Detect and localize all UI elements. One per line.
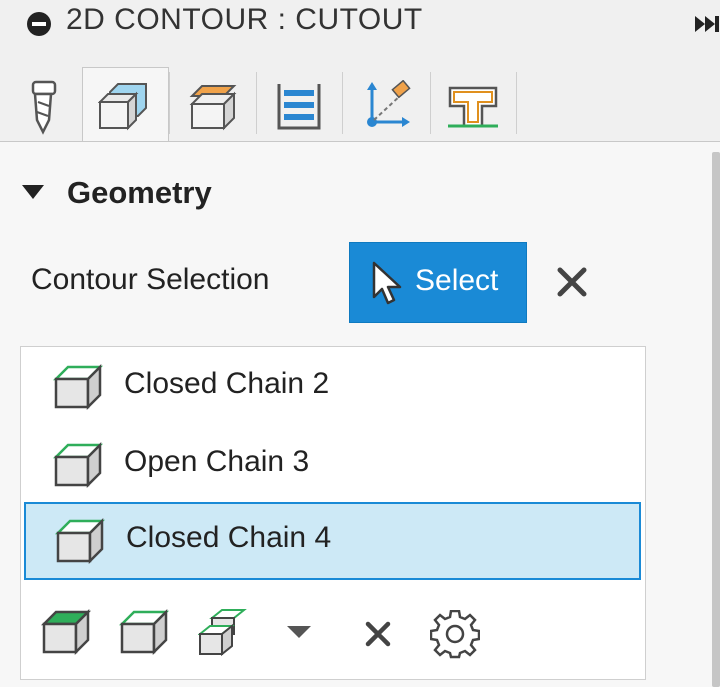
gear-icon[interactable] <box>430 610 480 660</box>
chain-toolbar <box>20 598 646 668</box>
chain-label: Open Chain 3 <box>124 445 310 478</box>
chain-label: Closed Chain 4 <box>126 521 332 554</box>
list-item-open-chain-3[interactable]: Open Chain 3 <box>21 426 645 504</box>
tab-contour-profile[interactable] <box>430 68 517 142</box>
dropdown-arrow-icon[interactable] <box>286 624 312 640</box>
remove-chain-icon[interactable] <box>364 620 392 648</box>
list-item-closed-chain-2[interactable]: Closed Chain 2 <box>21 348 645 426</box>
heights-tab-icon <box>189 85 236 131</box>
tab-geometry[interactable] <box>82 67 170 144</box>
linking-tab-icon <box>366 80 411 127</box>
contour-selection-label: Contour Selection <box>31 263 270 296</box>
chain-icon <box>52 363 104 411</box>
chain-selection-icon[interactable] <box>118 606 170 658</box>
geometry-tab-icon <box>97 83 147 131</box>
tab-strip <box>0 46 720 144</box>
chain-icon <box>52 441 104 489</box>
tab-linking[interactable] <box>344 68 431 142</box>
chain-icon <box>54 517 106 565</box>
select-button[interactable]: Select <box>349 242 527 323</box>
tab-passes[interactable] <box>256 68 343 142</box>
title-bar: 2D CONTOUR : CUTOUT <box>0 0 720 46</box>
section-title: Geometry <box>67 175 212 210</box>
close-icon[interactable] <box>556 266 588 298</box>
cursor-arrow-icon <box>372 261 402 305</box>
dialog-title: 2D CONTOUR : CUTOUT <box>66 3 423 36</box>
passes-tab-icon <box>277 84 320 130</box>
select-button-label: Select <box>415 264 499 297</box>
panel-scrollbar[interactable] <box>712 152 720 687</box>
collapse-icon[interactable] <box>26 11 52 37</box>
face-selection-icon[interactable] <box>40 606 92 658</box>
tool-tab-icon <box>31 80 56 135</box>
chain-label: Closed Chain 2 <box>124 367 330 400</box>
list-item-closed-chain-4[interactable]: Closed Chain 4 <box>24 502 641 580</box>
tab-heights[interactable] <box>170 68 257 142</box>
caret-down-icon[interactable] <box>22 185 44 199</box>
fast-forward-icon[interactable] <box>693 14 720 34</box>
tab-tool[interactable] <box>0 68 87 142</box>
multiple-chains-icon[interactable] <box>198 606 250 658</box>
contour-profile-tab-icon <box>447 86 498 128</box>
